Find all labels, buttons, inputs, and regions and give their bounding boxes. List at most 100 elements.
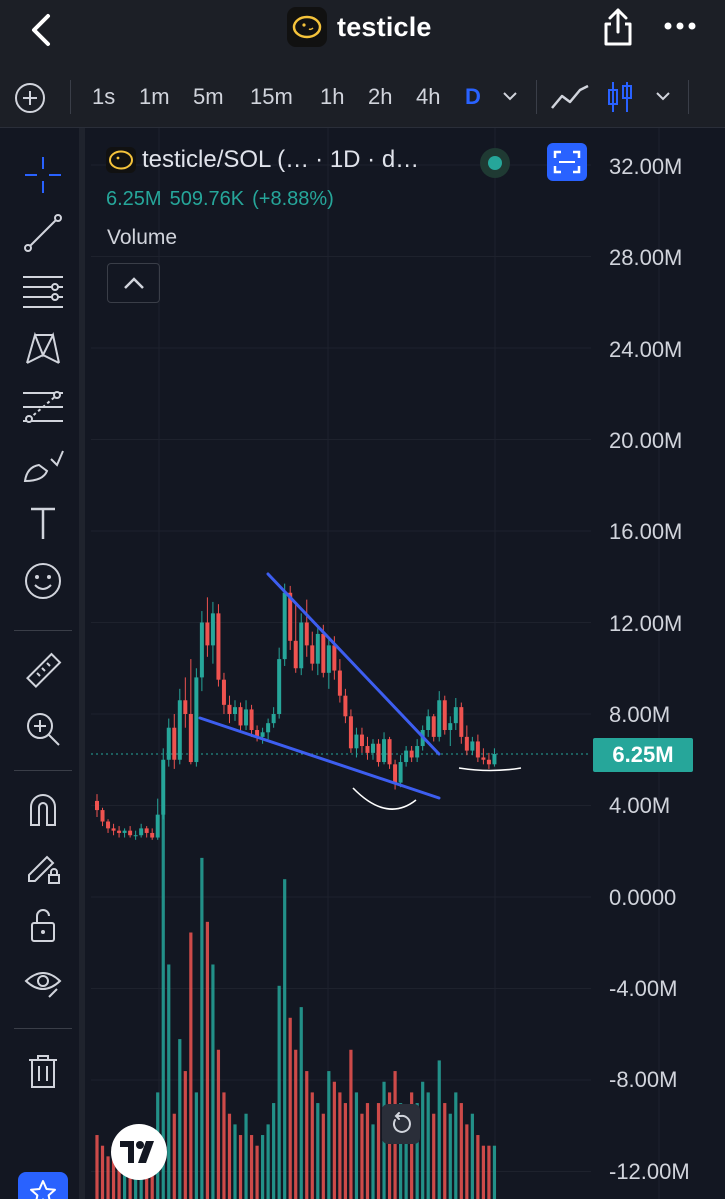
- timeframe-2h[interactable]: 2h: [368, 84, 392, 110]
- candle-body: [271, 714, 276, 724]
- fullscreen-icon[interactable]: [547, 143, 587, 181]
- volume-bar: [100, 1145, 105, 1199]
- candle-body: [398, 762, 403, 783]
- more-icon[interactable]: [662, 14, 698, 38]
- candle-body: [393, 764, 398, 783]
- text-icon[interactable]: [18, 498, 68, 548]
- volume-bar: [283, 879, 287, 1199]
- collapse-legend-button[interactable]: [107, 263, 160, 303]
- horizontal-lines-icon[interactable]: [18, 266, 68, 316]
- magnet-icon[interactable]: [18, 784, 68, 834]
- candle-body: [150, 832, 155, 838]
- timeframe-d[interactable]: D: [465, 84, 481, 110]
- candle-body: [216, 613, 221, 680]
- pattern-icon[interactable]: [18, 324, 68, 374]
- candle-body: [326, 645, 331, 673]
- trend-line-icon[interactable]: [18, 208, 68, 258]
- volume-bar: [194, 1092, 198, 1199]
- candle-body: [122, 830, 127, 833]
- candle-body: [481, 757, 486, 760]
- price-axis-label: 16.00M: [609, 519, 683, 544]
- volume-bar: [266, 1124, 270, 1199]
- timeframe-4h[interactable]: 4h: [416, 84, 440, 110]
- volume-bar: [261, 1135, 265, 1199]
- candle-body: [304, 622, 309, 646]
- candle-body: [260, 732, 265, 737]
- change-value: 509.76K: [169, 188, 245, 210]
- fib-retracement-icon[interactable]: [18, 382, 68, 432]
- crosshair-icon[interactable]: [18, 150, 68, 200]
- candle-body: [365, 746, 370, 753]
- candle-body: [139, 828, 144, 836]
- candle-body: [371, 743, 375, 753]
- candle-body: [128, 830, 133, 836]
- volume-bar: [222, 1092, 226, 1199]
- trash-icon[interactable]: [18, 1046, 68, 1096]
- candle-body: [249, 709, 254, 731]
- page-title: testicle: [337, 11, 432, 42]
- price-axis-label: 4.00M: [609, 793, 671, 818]
- last-price-value: 6.25M: [106, 188, 162, 210]
- line-chart-icon[interactable]: [550, 84, 590, 112]
- eye-icon[interactable]: [18, 958, 68, 1008]
- divider: [14, 770, 72, 771]
- timeframe-1s[interactable]: 1s: [92, 84, 115, 110]
- volume-indicator-label[interactable]: Volume: [107, 226, 177, 250]
- volume-bar: [255, 1145, 259, 1199]
- divider: [14, 1028, 72, 1029]
- candle-body: [100, 810, 105, 822]
- price-axis-label: -8.00M: [609, 1067, 678, 1092]
- candle-body: [227, 704, 232, 714]
- candle-body: [293, 640, 298, 669]
- add-indicator-icon[interactable]: [14, 82, 46, 114]
- price-axis-label: -4.00M: [609, 976, 678, 1001]
- timeframe-1h[interactable]: 1h: [320, 84, 344, 110]
- change-percent: (+8.88%): [252, 188, 334, 210]
- candle-body: [117, 830, 122, 833]
- volume-bar: [161, 772, 165, 1199]
- divider: [70, 80, 71, 114]
- emoji-icon[interactable]: [18, 556, 68, 606]
- tradingview-logo[interactable]: [111, 1124, 167, 1180]
- lock-drawing-icon[interactable]: [18, 842, 68, 892]
- candle-body: [199, 622, 204, 678]
- candle-body: [415, 746, 420, 758]
- market-status-indicator: [480, 148, 510, 178]
- timeframe-5m[interactable]: 5m: [193, 84, 224, 110]
- candlestick-icon[interactable]: [605, 80, 637, 114]
- volume-bar: [481, 1145, 485, 1199]
- candle-body: [221, 679, 226, 705]
- volume-bar: [305, 1071, 309, 1199]
- volume-bar: [454, 1092, 458, 1199]
- volume-bar: [349, 1049, 353, 1199]
- chevron-down-icon[interactable]: [653, 86, 673, 106]
- chart-canvas[interactable]: [91, 128, 725, 1199]
- candle-body: [343, 695, 348, 717]
- price-axis-label: 20.00M: [609, 428, 683, 453]
- volume-bar: [238, 1135, 243, 1199]
- symbol-legend[interactable]: testicle/SOL (… · 1D · d…: [106, 146, 419, 174]
- favorites-star-icon[interactable]: [18, 1172, 68, 1199]
- unlock-icon[interactable]: [18, 900, 68, 950]
- volume-bar: [327, 1071, 331, 1199]
- candle-body: [183, 700, 188, 714]
- drawing-toolbar: [0, 128, 85, 1199]
- volume-bar: [437, 1060, 441, 1199]
- ruler-icon[interactable]: [18, 646, 68, 696]
- zoom-in-icon[interactable]: [18, 704, 68, 754]
- price-chart[interactable]: [91, 128, 725, 1199]
- candle-body: [95, 800, 99, 811]
- timeframe-1m[interactable]: 1m: [139, 84, 170, 110]
- token-logo: [106, 147, 136, 173]
- chevron-down-icon[interactable]: [500, 86, 520, 106]
- timeframe-15m[interactable]: 15m: [250, 84, 293, 110]
- back-arrow-icon[interactable]: [24, 12, 60, 48]
- candle-body: [244, 709, 249, 726]
- reset-chart-icon[interactable]: [382, 1104, 420, 1144]
- share-icon[interactable]: [600, 6, 636, 48]
- candle-body: [111, 828, 116, 831]
- volume-bar: [95, 1135, 99, 1199]
- brush-icon[interactable]: [18, 440, 68, 490]
- volume-bar: [360, 1113, 364, 1199]
- candle-body: [133, 835, 138, 837]
